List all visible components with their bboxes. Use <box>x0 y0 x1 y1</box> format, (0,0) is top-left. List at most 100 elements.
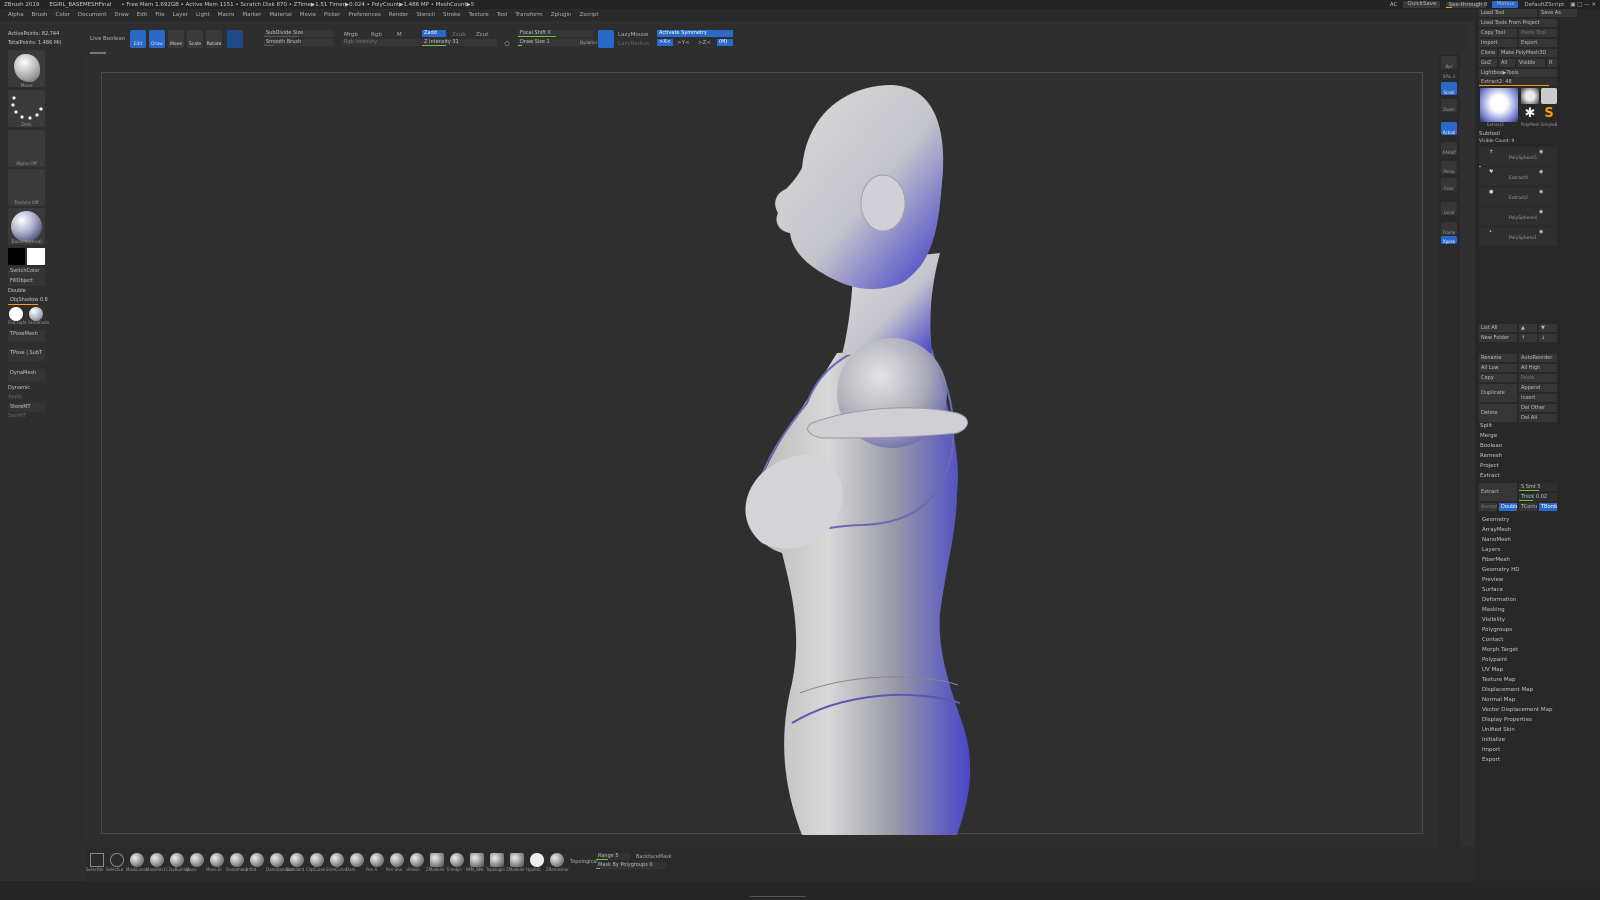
imm-icon[interactable] <box>470 853 484 867</box>
footer-scroll-handle[interactable] <box>750 896 805 897</box>
displacement-map-menu[interactable]: Displacement Map <box>1482 687 1533 693</box>
import-menu[interactable]: Import <box>1482 747 1500 753</box>
menu-macro[interactable]: Macro <box>218 12 235 18</box>
extract-button[interactable]: Extract <box>1479 483 1517 501</box>
main-color-swatch[interactable] <box>8 248 25 265</box>
symmetry-radial-button[interactable]: (M) <box>717 39 733 46</box>
subtool-eye-icon[interactable]: ◉ <box>1539 169 1543 175</box>
delete-button[interactable]: Delete <box>1479 404 1517 422</box>
load-tools-from-project-button[interactable]: Load Tools From Project <box>1479 19 1557 27</box>
vector-displacement-map-menu[interactable]: Vector Displacement Map <box>1482 707 1552 713</box>
pen-a-icon[interactable] <box>370 853 384 867</box>
storemt-button[interactable]: StoreMT <box>8 403 45 412</box>
pen-shadow-icon[interactable] <box>390 853 404 867</box>
nanomesh-menu[interactable]: NanoMesh <box>1482 537 1511 543</box>
script-label[interactable]: DefaultZScript <box>1524 2 1564 8</box>
remesh-menu[interactable]: Remesh <box>1480 453 1502 459</box>
move-button[interactable]: Move <box>168 30 184 48</box>
export-button[interactable]: Export <box>1519 39 1557 47</box>
document-canvas[interactable] <box>101 72 1423 835</box>
current-tool-slider[interactable]: Extract2: 48 <box>1479 78 1557 86</box>
quicksave-button[interactable]: QuickSave <box>1403 1 1441 8</box>
save-as-button[interactable]: Save As <box>1539 9 1577 17</box>
make-polymesh3d-button[interactable]: Make PolyMesh3D <box>1499 49 1557 57</box>
boolean-menu[interactable]: Boolean <box>1480 443 1502 449</box>
frame-button[interactable]: Frame <box>1441 222 1457 235</box>
menu-edit[interactable]: Edit <box>137 12 148 18</box>
extract-menu[interactable]: Extract <box>1480 473 1500 479</box>
move-elastic-icon[interactable] <box>210 853 224 867</box>
stroke-picker[interactable] <box>8 90 45 127</box>
insert-button[interactable]: Insert <box>1519 394 1557 402</box>
move-down-icon[interactable]: ↓ <box>1539 334 1557 342</box>
masking-menu[interactable]: Masking <box>1482 607 1505 613</box>
bpr-button[interactable]: Bpr <box>1441 56 1457 69</box>
tborde-button[interactable]: TBorde <box>1539 503 1557 511</box>
damstandard-icon[interactable] <box>270 853 284 867</box>
polypaint-menu[interactable]: Polypaint <box>1482 657 1507 663</box>
export-menu[interactable]: Export <box>1482 757 1500 763</box>
menu-file[interactable]: File <box>155 12 164 18</box>
geometry-menu[interactable]: Geometry <box>1482 517 1509 523</box>
move-brush-icon[interactable] <box>190 853 204 867</box>
menu-zscript[interactable]: Zscript <box>579 12 598 18</box>
subtool-item[interactable]: ● ◉ Extract2 <box>1479 187 1557 206</box>
clone-button[interactable]: Clone <box>1479 49 1497 57</box>
polymesh-star-icon[interactable]: ✱ <box>1521 106 1539 122</box>
goz-all-button[interactable]: All <box>1499 59 1515 67</box>
rotate-button[interactable]: Rotate <box>206 30 222 48</box>
symmetry-z-button[interactable]: >Z< <box>698 40 711 46</box>
switmt-button[interactable]: SwitMT <box>8 413 26 419</box>
texture-map-menu[interactable]: Texture Map <box>1482 677 1516 683</box>
spix-slider[interactable]: SPix 3 <box>1441 71 1457 79</box>
list-all-button[interactable]: List All <box>1479 324 1517 332</box>
menu-tool[interactable]: Tool <box>497 12 508 18</box>
dynamic-button[interactable]: Dynamic <box>580 40 598 45</box>
subtool-item[interactable]: • ◉ PolySphere1 <box>1479 227 1557 246</box>
polygroups-menu[interactable]: Polygroups <box>1482 627 1512 633</box>
del-other-button[interactable]: Del Other <box>1519 404 1557 412</box>
tposemesh-button[interactable]: TPoseMesh <box>8 330 45 342</box>
mask-lasso-icon[interactable] <box>130 853 144 867</box>
tcorne-button[interactable]: TCorne <box>1519 503 1537 511</box>
lightbox-tools-button[interactable]: Lightbox▶Tools <box>1479 69 1557 77</box>
subtool-eye-icon[interactable]: ◉ <box>1539 149 1543 155</box>
ac-label[interactable]: AC <box>1390 2 1398 8</box>
contact-menu[interactable]: Contact <box>1482 637 1503 643</box>
rename-button[interactable]: Rename <box>1479 354 1517 362</box>
initialize-menu[interactable]: Initialize <box>1482 737 1505 743</box>
hpolish-icon[interactable] <box>530 853 544 867</box>
m-button[interactable]: M <box>397 32 402 38</box>
del-all-button[interactable]: Del All <box>1519 414 1557 422</box>
lazymouse-icon[interactable] <box>598 30 614 48</box>
symmetry-x-button[interactable]: >X< <box>657 39 673 46</box>
menus-button[interactable]: Menus <box>1492 1 1519 8</box>
subtool-eye-icon[interactable]: ◉ <box>1539 229 1543 235</box>
smooth-brush-slider[interactable]: Smooth Brush <box>264 39 334 46</box>
double-button[interactable]: Double <box>8 288 26 294</box>
arraymesh-menu[interactable]: ArrayMesh <box>1482 527 1511 533</box>
zadd-button[interactable]: Zadd <box>422 30 446 37</box>
select-rect-icon[interactable] <box>90 853 104 867</box>
dynamesh-button[interactable]: DynaMesh <box>8 369 45 381</box>
menu-preferences[interactable]: Preferences <box>348 12 380 18</box>
menu-render[interactable]: Render <box>389 12 409 18</box>
xpose-button[interactable]: Xpose <box>1441 236 1457 244</box>
mask-by-polygroups-slider[interactable]: Mask By Polygroups 0 <box>596 862 666 869</box>
live-boolean-button[interactable]: Live Boolean <box>90 36 125 42</box>
claybuildup-icon[interactable] <box>170 853 184 867</box>
fibermesh-menu[interactable]: FiberMesh <box>1482 557 1510 563</box>
skin-shade-icon[interactable] <box>29 307 43 321</box>
aahalf-button[interactable]: AAHalf <box>1441 142 1457 155</box>
draw-button[interactable]: Draw <box>149 30 165 48</box>
scale-button[interactable]: Scale <box>187 30 203 48</box>
menu-brush[interactable]: Brush <box>32 12 48 18</box>
append-button[interactable]: Append <box>1519 384 1557 392</box>
all-low-button[interactable]: All Low <box>1479 364 1517 372</box>
autoreorder-button[interactable]: AutoReorder <box>1519 354 1557 362</box>
backfacemask-button[interactable]: BackfaceMask <box>636 854 672 860</box>
menu-transform[interactable]: Transform <box>515 12 542 18</box>
flat-light-icon[interactable] <box>9 307 23 321</box>
merge-menu[interactable]: Merge <box>1480 433 1497 439</box>
menu-stroke[interactable]: Stroke <box>443 12 461 18</box>
